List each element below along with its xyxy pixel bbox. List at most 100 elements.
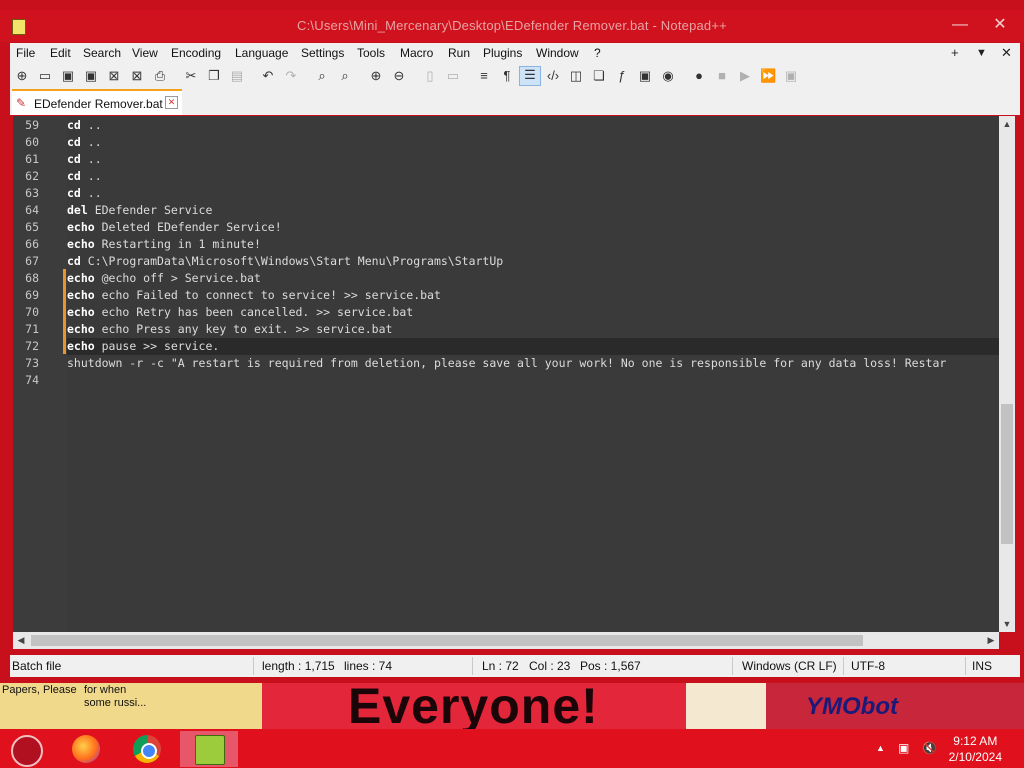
scroll-up-arrow-icon[interactable]: ▲ — [999, 116, 1015, 132]
editor-pane[interactable]: 59 60 61 62 63 64 65 66 67 68 69 70 71 72 73 74 cd .. cd… — [13, 116, 999, 632]
menu-help[interactable]: ? — [594, 46, 601, 60]
desktop-icon-papers-please[interactable]: Papers, Please — [2, 684, 82, 697]
network-icon[interactable]: ▣ — [898, 741, 909, 755]
tab-edefender-remover[interactable]: ✎ EDefender Remover.bat ✕ — [12, 89, 182, 115]
line-number: 59 — [25, 118, 39, 132]
undo-icon[interactable]: ↶ — [260, 68, 276, 84]
code-line[interactable]: echo @echo off > Service.bat — [67, 270, 999, 287]
code-line[interactable]: cd .. — [67, 117, 999, 134]
menu-language[interactable]: Language — [235, 46, 288, 60]
menu-file[interactable]: File — [16, 46, 35, 60]
menu-encoding[interactable]: Encoding — [171, 46, 221, 60]
horizontal-scrollbar[interactable]: ◀ ▶ — [13, 632, 999, 649]
redo-icon[interactable]: ↷ — [283, 68, 299, 84]
show-all-characters-icon[interactable]: ¶ — [499, 68, 515, 84]
volume-muted-icon[interactable]: 🔇 — [922, 741, 937, 755]
vertical-scrollbar[interactable]: ▲ ▼ — [999, 116, 1015, 632]
function-list-icon[interactable]: ƒ — [614, 68, 630, 84]
copy-icon[interactable]: ❐ — [206, 68, 222, 84]
close-file-icon[interactable]: ⊠ — [106, 68, 122, 84]
code-line[interactable] — [67, 372, 999, 389]
code-line[interactable]: echo echo Retry has been cancelled. >> s… — [67, 304, 999, 321]
word-wrap-icon[interactable]: ≡ — [476, 68, 492, 84]
desktop-icon-russia[interactable]: for when some russi... — [84, 684, 156, 710]
title-bar[interactable]: C:\Users\Mini_Mercenary\Desktop\EDefende… — [0, 10, 1024, 42]
new-tab-button[interactable]: + — [951, 45, 959, 60]
minimize-button[interactable]: — — [945, 13, 975, 37]
status-position: Pos : 1,567 — [580, 659, 641, 673]
horizontal-scroll-thumb[interactable] — [31, 635, 863, 646]
print-icon[interactable]: ⎙ — [152, 68, 168, 84]
menu-macro[interactable]: Macro — [400, 46, 433, 60]
code-line[interactable]: cd .. — [67, 168, 999, 185]
taskbar-notepad-plus-plus[interactable] — [180, 731, 238, 767]
show-hidden-icons-icon[interactable]: ▲ — [876, 743, 885, 753]
tab-list-dropdown[interactable]: ▼ — [976, 47, 987, 59]
status-encoding[interactable]: UTF-8 — [851, 659, 885, 673]
cut-icon[interactable]: ✂ — [183, 68, 199, 84]
scroll-down-arrow-icon[interactable]: ▼ — [999, 616, 1015, 632]
folder-as-workspace-icon[interactable]: ▣ — [637, 68, 653, 84]
find-icon[interactable]: ⌕ — [314, 68, 330, 84]
save-all-icon[interactable]: ▣ — [83, 68, 99, 84]
notepad-plus-plus-window: C:\Users\Mini_Mercenary\Desktop\EDefende… — [0, 0, 1024, 683]
status-insert-mode[interactable]: INS — [972, 659, 992, 673]
new-file-icon[interactable]: ⊕ — [14, 68, 30, 84]
monitoring-icon[interactable]: ◉ — [660, 68, 676, 84]
code-line[interactable]: echo Restarting in 1 minute! — [67, 236, 999, 253]
menu-search[interactable]: Search — [83, 46, 121, 60]
code-line[interactable]: cd .. — [67, 151, 999, 168]
code-line[interactable]: echo echo Failed to connect to service! … — [67, 287, 999, 304]
code-line[interactable]: shutdown -r -c "A restart is required fr… — [67, 355, 999, 372]
taskbar: ▲ ▣ 🔇 9:12 AM 2/10/2024 — [0, 729, 1024, 768]
menu-window[interactable]: Window — [536, 46, 579, 60]
record-macro-icon[interactable]: ● — [691, 68, 707, 84]
code-line[interactable]: cd C:\ProgramData\Microsoft\Windows\Star… — [67, 253, 999, 270]
sync-horizontal-icon[interactable]: ▭ — [445, 68, 461, 84]
open-folder-icon[interactable]: ▭ — [37, 68, 53, 84]
save-macro-icon[interactable]: ▣ — [783, 68, 799, 84]
taskbar-papers-please[interactable] — [2, 731, 46, 767]
scroll-right-arrow-icon[interactable]: ▶ — [983, 632, 999, 649]
menu-settings[interactable]: Settings — [301, 46, 344, 60]
close-window-button[interactable]: ✕ — [985, 13, 1015, 37]
menu-tools[interactable]: Tools — [357, 46, 385, 60]
menu-plugins[interactable]: Plugins — [483, 46, 522, 60]
close-all-icon[interactable]: ⊠ — [129, 68, 145, 84]
code-line[interactable]: echo echo Press any key to exit. >> serv… — [67, 321, 999, 338]
menu-view[interactable]: View — [132, 46, 158, 60]
line-number: 73 — [25, 356, 39, 370]
code-line[interactable]: cd .. — [67, 185, 999, 202]
stop-recording-icon[interactable]: ■ — [714, 68, 730, 84]
save-icon[interactable]: ▣ — [60, 68, 76, 84]
xml-tag-icon[interactable]: ‹/› — [545, 68, 561, 84]
close-document-button[interactable]: ✕ — [1001, 45, 1012, 61]
system-clock[interactable]: 9:12 AM 2/10/2024 — [949, 733, 1002, 765]
code-area[interactable]: cd .. cd .. cd .. cd .. cd .. del EDefender S… — [67, 116, 999, 632]
document-list-icon[interactable]: ❏ — [591, 68, 607, 84]
code-text: @echo off > Service.bat — [94, 271, 261, 285]
vertical-scroll-thumb[interactable] — [1001, 404, 1013, 544]
code-text: Deleted EDefender Service! — [94, 220, 282, 234]
document-map-icon[interactable]: ◫ — [568, 68, 584, 84]
run-macro-multiple-icon[interactable]: ⏩ — [760, 68, 776, 84]
code-line[interactable]: echo Deleted EDefender Service! — [67, 219, 999, 236]
replace-icon[interactable]: ⌕ — [337, 68, 353, 84]
code-line[interactable]: cd .. — [67, 134, 999, 151]
taskbar-chrome[interactable] — [124, 731, 168, 767]
tab-close-icon[interactable]: ✕ — [165, 96, 178, 109]
code-line[interactable]: del EDefender Service — [67, 202, 999, 219]
menu-run[interactable]: Run — [448, 46, 470, 60]
status-eol[interactable]: Windows (CR LF) — [742, 659, 837, 673]
line-number: 72 — [25, 339, 39, 353]
zoom-in-icon[interactable]: ⊕ — [368, 68, 384, 84]
code-line[interactable]: echo pause >> service. — [67, 338, 999, 355]
menu-edit[interactable]: Edit — [50, 46, 71, 60]
scroll-left-arrow-icon[interactable]: ◀ — [13, 632, 29, 649]
taskbar-firefox[interactable] — [63, 731, 107, 767]
playback-macro-icon[interactable]: ▶ — [737, 68, 753, 84]
paste-icon[interactable]: ▤ — [229, 68, 245, 84]
zoom-out-icon[interactable]: ⊖ — [391, 68, 407, 84]
sync-vertical-icon[interactable]: ▯ — [422, 68, 438, 84]
indent-guide-icon[interactable]: ☰ — [519, 66, 541, 86]
